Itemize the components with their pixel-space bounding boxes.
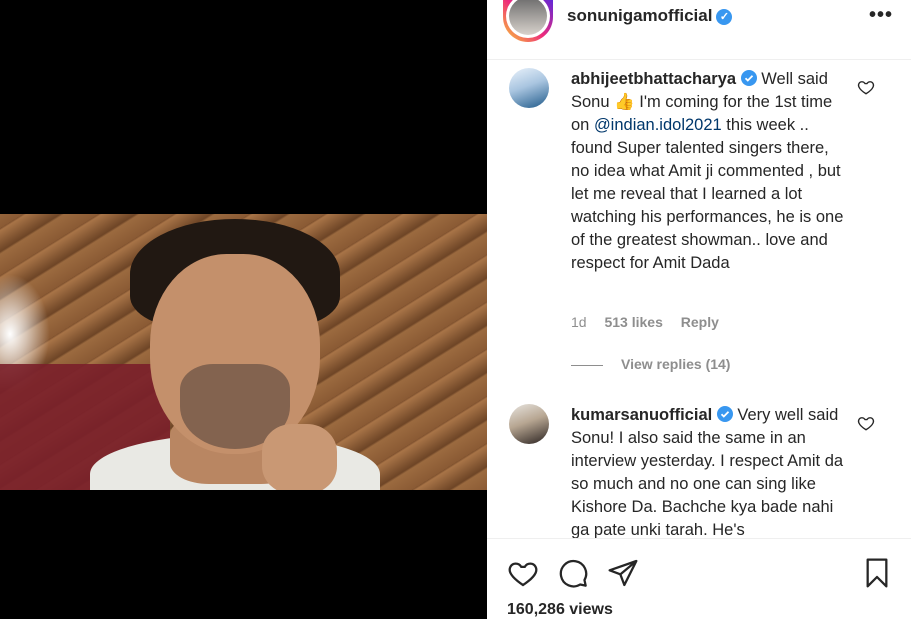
view-replies-button[interactable]: View replies (14) [571,356,730,372]
username-text[interactable]: sonunigamofficial [567,6,712,25]
video-person-hand [262,424,337,490]
save-bookmark-icon[interactable] [861,557,893,589]
commenter-avatar[interactable] [509,404,549,444]
comment-body: Very well said Sonu! I also said the sam… [571,406,844,538]
comment-mention-link[interactable]: @indian.idol2021 [594,116,722,134]
media-panel [0,0,487,619]
comment-text: abhijeetbhattacharya Well said Sonu 👍 I'… [571,68,851,275]
comment-author[interactable]: kumarsanuofficial [571,406,712,424]
post-side-panel: sonunigamofficial ✓ ••• abhijeetbhattacha… [487,0,911,619]
views-count: 160,286 views [507,601,613,618]
verified-badge-icon [716,406,733,422]
view-replies-label[interactable]: View replies (14) [621,356,730,372]
like-heart-icon[interactable] [507,557,539,589]
comments-list[interactable]: abhijeetbhattacharya Well said Sonu 👍 I'… [487,60,911,538]
comment-meta: 1d 513 likes Reply [571,314,733,330]
video-player[interactable] [0,214,487,490]
more-options-icon[interactable]: ••• [869,4,893,27]
like-comment-heart-icon[interactable] [857,414,875,432]
post-header: sonunigamofficial ✓ ••• [487,0,911,60]
comment-body-end: this week .. found Super talented singer… [571,116,844,272]
replies-divider [571,364,603,366]
reply-button[interactable]: Reply [681,314,719,330]
verified-badge-icon: ✓ [716,8,733,25]
like-comment-heart-icon[interactable] [857,78,875,96]
share-paper-plane-icon[interactable] [607,557,639,589]
verified-badge-icon [740,70,757,86]
profile-avatar[interactable] [503,0,553,42]
post-username[interactable]: sonunigamofficial ✓ [567,6,733,26]
commenter-avatar[interactable] [509,68,549,108]
comment-author[interactable]: abhijeetbhattacharya [571,70,736,88]
comment-bubble-icon[interactable] [557,557,589,589]
comment-likes[interactable]: 513 likes [604,314,662,330]
post-actions-bar: 160,286 views [487,538,911,619]
comment-text: kumarsanuofficial Very well said Sonu! I… [571,404,851,538]
comment-time[interactable]: 1d [571,314,587,330]
